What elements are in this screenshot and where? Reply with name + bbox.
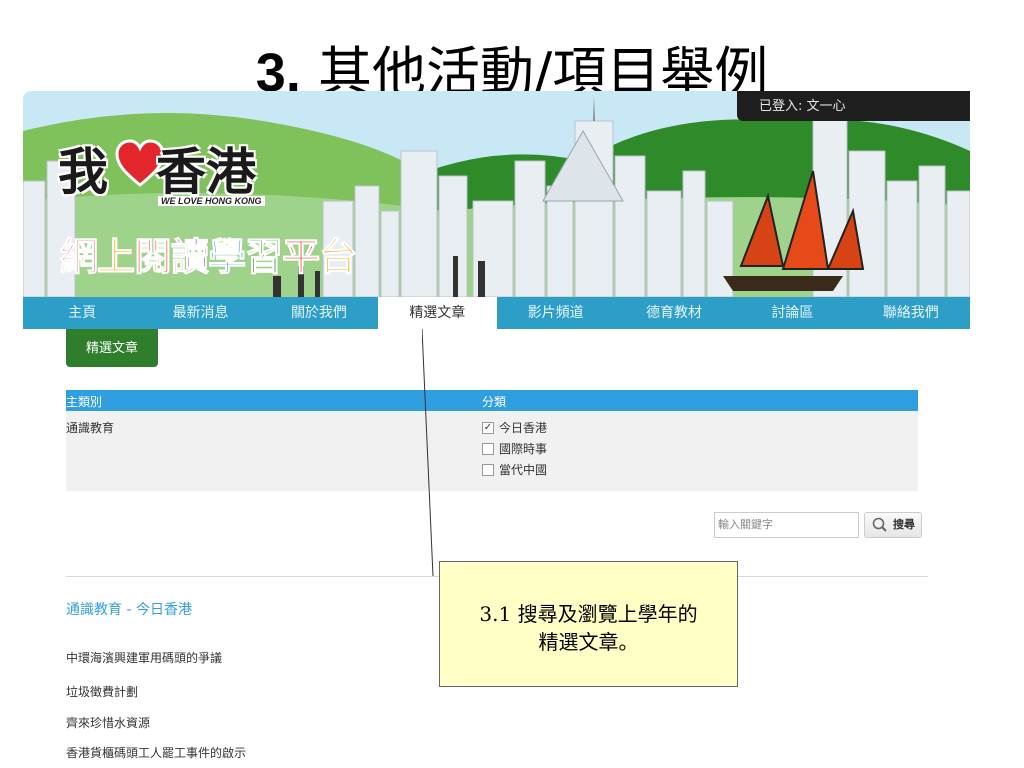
- magnifier-icon: [872, 517, 887, 532]
- nav-item-news[interactable]: 最新消息: [141, 297, 259, 329]
- nav-item-featured-articles[interactable]: 精選文章: [378, 297, 497, 329]
- nav-item-forum[interactable]: 討論區: [733, 297, 851, 329]
- nav-item-moral-education[interactable]: 德育教材: [615, 297, 733, 329]
- search-button-label: 搜尋: [893, 518, 915, 531]
- article-link[interactable]: 垃圾徵費計劃: [66, 683, 138, 700]
- logo-subtitle: 網上閱讀學習平台: [59, 226, 358, 281]
- main-category-header: 主類別: [66, 395, 103, 409]
- logo-subtitle-char: 網: [59, 235, 98, 280]
- site-logo[interactable]: 我 香港 WE LOVE HONG KONG 網上閱讀學習平台: [36, 132, 358, 282]
- category-checkbox[interactable]: [482, 442, 494, 455]
- logo-subtitle-char: 學: [208, 235, 247, 280]
- logo-subtitle-char: 上: [97, 235, 136, 280]
- search-button[interactable]: 搜尋: [864, 512, 922, 538]
- category-option[interactable]: 國際時事: [482, 439, 547, 458]
- logo-subtitle-char: 平: [282, 235, 321, 280]
- main-nav: 主頁 最新消息 關於我們 精選文章 影片頻道 德育教材 討論區 聯絡我們: [23, 297, 970, 329]
- sub-category-header: 分類: [482, 395, 507, 409]
- category-checkbox[interactable]: ✓: [482, 421, 494, 434]
- category-label: 今日香港: [499, 421, 548, 435]
- logo-subtitle-char: 讀: [171, 235, 210, 280]
- logo-subtitle-char: 習: [245, 235, 284, 280]
- callout-line-1: 3.1 搜尋及瀏覽上學年的: [479, 602, 698, 626]
- article-link[interactable]: 齊來珍惜水資源: [66, 714, 150, 731]
- nav-item-contact[interactable]: 聯絡我們: [852, 297, 970, 329]
- category-checkbox-list: ✓ 今日香港 國際時事 當代中國: [482, 418, 547, 481]
- callout-leader-line: [422, 329, 434, 577]
- article-link[interactable]: 中環海濱興建軍用碼頭的爭議: [66, 649, 222, 666]
- filter-header: 主類別 分類: [66, 390, 918, 411]
- main-category-value[interactable]: 通識教育: [66, 419, 114, 436]
- section-tab-featured[interactable]: 精選文章: [66, 329, 158, 367]
- logo-subtitle-char: 台: [319, 235, 358, 280]
- annotation-callout: 3.1 搜尋及瀏覽上學年的 精選文章。: [439, 561, 738, 687]
- article-link[interactable]: 香港貨櫃碼頭工人罷工事件的啟示: [66, 744, 246, 761]
- category-label: 國際時事: [499, 442, 548, 456]
- category-option[interactable]: 當代中國: [482, 460, 547, 479]
- logo-word-wo: 我: [58, 142, 108, 201]
- logo-tagline: WE LOVE HONG KONG: [158, 196, 265, 206]
- category-option[interactable]: ✓ 今日香港: [482, 418, 547, 437]
- login-status[interactable]: 已登入: 文一心: [737, 91, 970, 121]
- nav-item-about[interactable]: 關於我們: [260, 297, 378, 329]
- keyword-search-input[interactable]: 輸入關鍵字: [714, 512, 859, 538]
- results-title: 通識教育 - 今日香港: [66, 602, 192, 618]
- category-checkbox[interactable]: [482, 463, 494, 476]
- logo-word-hongkong: 香港: [156, 142, 256, 201]
- category-label: 當代中國: [499, 463, 548, 477]
- nav-item-home[interactable]: 主頁: [23, 297, 141, 329]
- nav-item-videos[interactable]: 影片頻道: [497, 297, 615, 329]
- callout-line-2: 精選文章。: [538, 630, 639, 654]
- logo-subtitle-char: 閱: [134, 235, 173, 280]
- category-filter: 主類別 分類 通識教育 ✓ 今日香港 國際時事 當代中國: [66, 390, 918, 491]
